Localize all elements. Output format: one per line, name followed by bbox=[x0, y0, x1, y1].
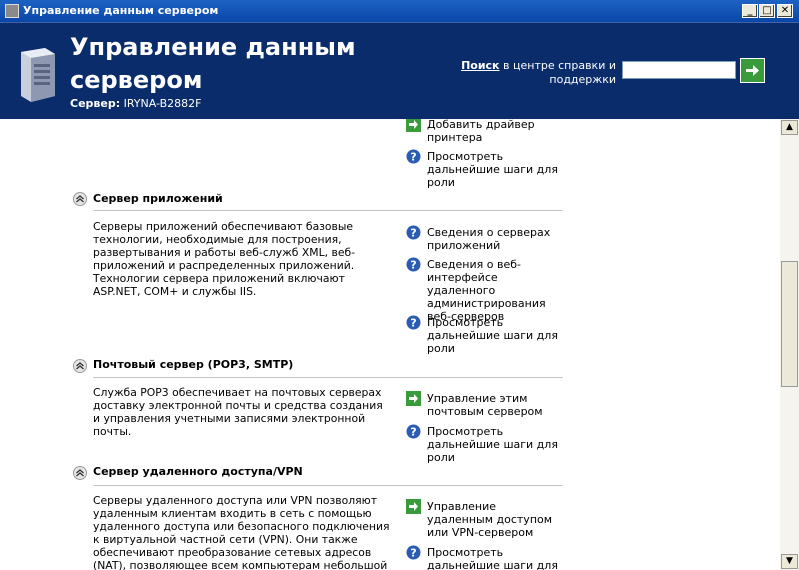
vertical-scrollbar[interactable]: ▲ ▼ bbox=[780, 119, 799, 570]
green-arrow-icon bbox=[406, 391, 421, 406]
server-name: IRYNA-B2882F bbox=[123, 97, 202, 110]
section-description: Серверы приложений обеспечивают базовые … bbox=[93, 220, 356, 298]
maximize-button[interactable]: □ bbox=[759, 4, 775, 18]
manage-mail-server-link[interactable]: Управление этим почтовым сервером bbox=[406, 391, 566, 419]
section-description: Серверы удаленного доступа или VPN позво… bbox=[93, 494, 390, 570]
svg-text:?: ? bbox=[410, 426, 416, 439]
svg-text:?: ? bbox=[410, 259, 416, 272]
add-printer-driver-link[interactable]: Добавить драйвер принтера bbox=[406, 119, 566, 145]
section-title[interactable]: Сервер удаленного доступа/VPN bbox=[93, 465, 303, 478]
window-title: Управление данным сервером bbox=[23, 4, 219, 17]
search-link[interactable]: Поиск bbox=[461, 59, 499, 72]
page-header: Управление данным сервером Сервер: IRYNA… bbox=[0, 22, 799, 119]
section-description: Служба POP3 обеспечивает на почтовых сер… bbox=[93, 386, 383, 438]
manage-remote-access-link[interactable]: Управление удаленным доступом или VPN-се… bbox=[406, 499, 566, 541]
window-titlebar[interactable]: Управление данным сервером _ □ ✕ bbox=[0, 0, 799, 22]
help-icon: ? bbox=[406, 424, 421, 439]
section-divider bbox=[93, 377, 563, 378]
help-icon: ? bbox=[406, 315, 421, 330]
search-label-rest: в центре справки и поддержки bbox=[499, 59, 616, 86]
svg-text:?: ? bbox=[410, 227, 416, 240]
search-input[interactable] bbox=[622, 61, 736, 79]
section-divider bbox=[93, 210, 563, 211]
server-name-line: Сервер: IRYNA-B2882F bbox=[70, 97, 201, 110]
green-arrow-icon bbox=[406, 119, 421, 132]
next-steps-link[interactable]: ? Просмотреть дальнейшие шаги для роли bbox=[406, 545, 566, 570]
svg-text:?: ? bbox=[410, 317, 416, 330]
section-divider bbox=[93, 485, 563, 486]
link-text: Просмотреть дальнейшие шаги для роли bbox=[427, 425, 558, 464]
link-text: Просмотреть дальнейшие шаги для роли bbox=[427, 150, 558, 189]
search-label: Поиск в центре справки и поддержки bbox=[416, 59, 616, 87]
help-icon: ? bbox=[406, 149, 421, 164]
next-steps-link[interactable]: ? Просмотреть дальнейшие шаги для роли bbox=[406, 149, 566, 189]
link-text: Управление этим почтовым сервером bbox=[427, 392, 543, 418]
link-text: Просмотреть дальнейшие шаги для роли bbox=[427, 546, 558, 570]
svg-text:?: ? bbox=[410, 151, 416, 164]
close-button[interactable]: ✕ bbox=[777, 4, 793, 18]
scroll-thumb[interactable] bbox=[781, 261, 798, 387]
minimize-button[interactable]: _ bbox=[742, 4, 758, 18]
about-app-servers-link[interactable]: ? Сведения о серверах приложений bbox=[406, 225, 566, 253]
link-text: Сведения о серверах приложений bbox=[427, 226, 551, 252]
about-web-admin-link[interactable]: ? Сведения о веб-интерфейсе удаленного а… bbox=[406, 257, 566, 323]
server-label: Сервер: bbox=[70, 97, 121, 110]
collapse-icon[interactable] bbox=[73, 192, 87, 206]
next-steps-link[interactable]: ? Просмотреть дальнейшие шаги для роли bbox=[406, 424, 566, 464]
next-steps-link[interactable]: ? Просмотреть дальнейшие шаги для роли bbox=[406, 315, 566, 355]
server-icon bbox=[21, 48, 55, 102]
link-text: Просмотреть дальнейшие шаги для роли bbox=[427, 316, 558, 355]
collapse-icon[interactable] bbox=[73, 466, 87, 480]
collapse-icon[interactable] bbox=[73, 359, 87, 373]
section-title[interactable]: Сервер приложений bbox=[93, 192, 223, 205]
scroll-down-button[interactable]: ▼ bbox=[781, 554, 798, 569]
help-icon: ? bbox=[406, 545, 421, 560]
section-title[interactable]: Почтовый сервер (POP3, SMTP) bbox=[93, 358, 293, 371]
link-text: Добавить драйвер принтера bbox=[427, 119, 535, 144]
search-go-button[interactable] bbox=[740, 58, 765, 83]
app-icon bbox=[5, 4, 19, 18]
green-arrow-icon bbox=[406, 499, 421, 514]
help-icon: ? bbox=[406, 257, 421, 272]
content-area: Добавить драйвер принтера ? Просмотреть … bbox=[0, 119, 780, 570]
link-text: Управление удаленным доступом или VPN-се… bbox=[427, 500, 553, 539]
link-text: Сведения о веб-интерфейсе удаленного адм… bbox=[427, 258, 546, 323]
svg-text:?: ? bbox=[410, 547, 416, 560]
go-arrow-icon bbox=[746, 65, 759, 76]
page-title: Управление данным сервером bbox=[70, 33, 356, 94]
help-icon: ? bbox=[406, 225, 421, 240]
scroll-up-button[interactable]: ▲ bbox=[781, 120, 798, 135]
